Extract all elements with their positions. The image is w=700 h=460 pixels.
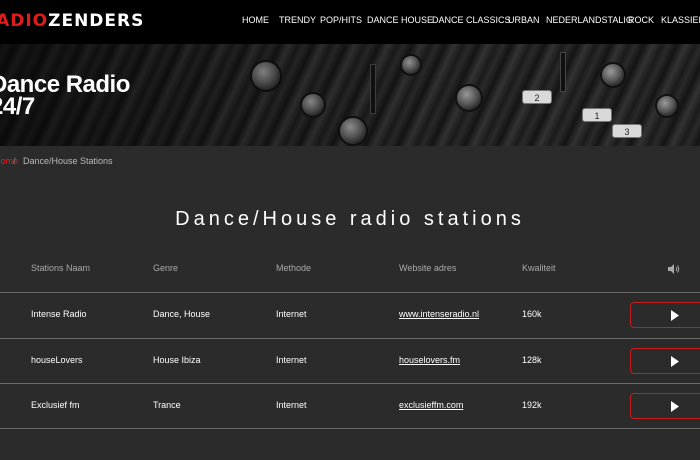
table-row: Exclusief fm Trance Internet exclusieffm… bbox=[0, 384, 700, 429]
table-divider bbox=[0, 428, 700, 429]
column-header-quality: Kwaliteit bbox=[522, 263, 556, 273]
logo-white-text: ZENDERS bbox=[48, 11, 145, 31]
station-genre: Trance bbox=[153, 400, 181, 410]
site-logo[interactable]: RADIOZENDERS bbox=[0, 11, 144, 31]
station-method: Internet bbox=[276, 400, 307, 410]
page-title: Dance/House radio stations bbox=[175, 208, 525, 230]
play-icon bbox=[671, 310, 679, 321]
breadcrumb-current: Dance/House Stations bbox=[23, 156, 113, 166]
column-header-genre: Genre bbox=[153, 263, 179, 273]
play-button[interactable] bbox=[630, 302, 700, 328]
table-row: houseLovers House Ibiza Internet houselo… bbox=[0, 339, 700, 384]
station-name: Intense Radio bbox=[31, 309, 87, 319]
breadcrumb-separator: / bbox=[13, 156, 16, 166]
station-quality: 160k bbox=[522, 309, 542, 319]
nav-item-klassiek[interactable]: KLASSIEK bbox=[661, 15, 700, 25]
play-button[interactable] bbox=[630, 393, 700, 419]
hero-title-line2: 24/7 bbox=[0, 93, 35, 120]
table-row: Intense Radio Dance, House Internet www.… bbox=[0, 293, 700, 338]
station-quality: 192k bbox=[522, 400, 542, 410]
column-header-website: Website adres bbox=[399, 263, 457, 273]
nav-item-rock[interactable]: ROCK bbox=[628, 15, 654, 25]
station-name: houseLovers bbox=[31, 355, 83, 365]
station-method: Internet bbox=[276, 355, 307, 365]
nav-item-home[interactable]: HOME bbox=[242, 15, 269, 25]
station-genre: House Ibiza bbox=[153, 355, 201, 365]
hero-title: Dance Radio 24/7 bbox=[0, 73, 130, 120]
speaker-icon bbox=[668, 264, 680, 274]
top-navigation-bar: RADIOZENDERS HOME TRENDY POP/HITS DANCE … bbox=[0, 0, 700, 44]
nav-item-dance-house[interactable]: DANCE HOUSE bbox=[367, 15, 433, 25]
table-header: Stations Naam Genre Methode Website adre… bbox=[0, 263, 700, 277]
station-website-link[interactable]: exclusieffm.com bbox=[399, 400, 463, 410]
play-button[interactable] bbox=[630, 348, 700, 374]
nav-item-trendy[interactable]: TRENDY bbox=[279, 15, 316, 25]
station-website-link[interactable]: www.intenseradio.nl bbox=[399, 309, 479, 319]
play-icon bbox=[671, 356, 679, 367]
nav-item-dance-classics[interactable]: DANCE CLASSICS bbox=[432, 15, 511, 25]
nav-item-urban[interactable]: URBAN bbox=[508, 15, 540, 25]
station-method: Internet bbox=[276, 309, 307, 319]
hero-banner: 2 1 3 Dance Radio 24/7 bbox=[0, 44, 700, 146]
logo-red-text: RADIO bbox=[0, 11, 49, 31]
station-genre: Dance, House bbox=[153, 309, 211, 319]
column-header-name: Stations Naam bbox=[31, 263, 91, 273]
nav-item-nederlandstalig[interactable]: NEDERLANDSTALIG bbox=[546, 15, 633, 25]
station-website-link[interactable]: houselovers.fm bbox=[399, 355, 460, 365]
nav-item-pop-hits[interactable]: POP/HITS bbox=[320, 15, 362, 25]
play-icon bbox=[671, 401, 679, 412]
station-name: Exclusief fm bbox=[31, 400, 80, 410]
column-header-method: Methode bbox=[276, 263, 312, 273]
station-quality: 128k bbox=[522, 355, 542, 365]
